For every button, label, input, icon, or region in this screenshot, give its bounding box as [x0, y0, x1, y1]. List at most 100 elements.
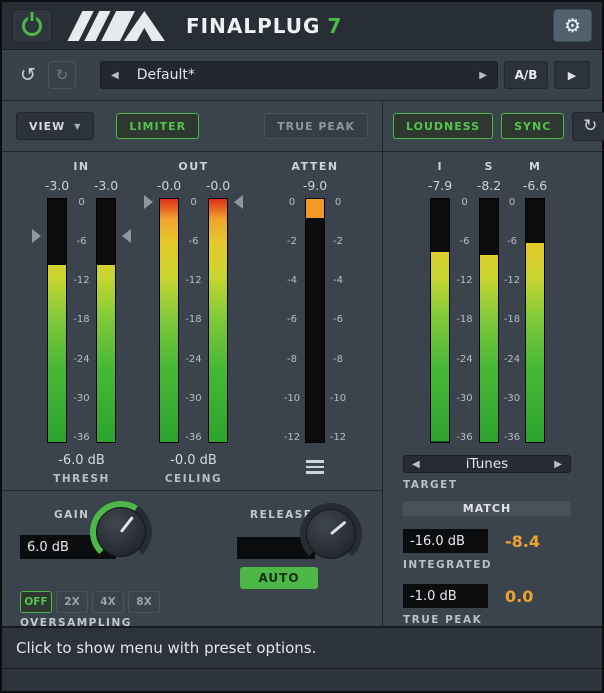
preset-prev-icon[interactable]: ◀	[111, 70, 119, 81]
truepeak-row: -1.0 dB 0.0	[403, 584, 602, 608]
atten-meter	[305, 198, 325, 443]
scale-tick: -30	[73, 394, 89, 404]
in-value-left: -3.0	[47, 178, 67, 198]
oversampling-buttons: OFF 2X 4X 8X	[20, 591, 160, 613]
ceiling-marker-right[interactable]	[234, 195, 243, 209]
ceiling-marker-left[interactable]	[144, 195, 153, 209]
out-value-right: -0.0	[208, 178, 228, 198]
settings-button[interactable]: ⚙	[553, 9, 592, 42]
in-bars: 0-6-12-18-24-30-36	[47, 198, 116, 443]
limiter-toggle[interactable]: LIMITER	[116, 113, 199, 139]
preset-advance-button[interactable]: ▶	[554, 61, 590, 89]
view-dropdown[interactable]: VIEW ▼	[16, 112, 94, 140]
status-bar: Click to show menu with preset options.	[2, 626, 602, 668]
match-button[interactable]: MATCH	[403, 501, 571, 516]
ab-compare-button[interactable]: A/B	[504, 61, 548, 89]
loudness-meters: I S M -7.9 -8.2 -6.6 0-6-12-18-24-30-36	[430, 160, 590, 443]
threshold-readout[interactable]: -6.0 dB	[58, 453, 105, 471]
scale-tick: -24	[73, 355, 89, 365]
out-meter-group: OUT -0.0 -0.0 0-6-12-18-24-30-36 -0.0 dB	[159, 160, 228, 490]
target-prev-icon[interactable]: ◀	[412, 459, 420, 470]
atten-bars: 0-2-4-6-8-10-12 0-2-4-6-8-10-12	[279, 198, 351, 443]
scale-tick: -6	[189, 237, 199, 247]
atten-scale-left: 0-2-4-6-8-10-12	[279, 198, 305, 443]
preset-next-icon[interactable]: ▶	[479, 70, 487, 81]
redo-icon: ↻	[56, 66, 69, 84]
scale-tick: -2	[287, 237, 297, 247]
in-label: IN	[73, 160, 89, 178]
in-values: -3.0 -3.0	[47, 178, 116, 198]
integrated-row: -16.0 dB -8.4	[403, 529, 602, 553]
shortterm-meter-value: -8.2	[479, 178, 499, 198]
oversampling-off-button[interactable]: OFF	[20, 591, 52, 613]
in-meter-right-fill	[97, 265, 115, 442]
truepeak-label: TRUE PEAK	[403, 614, 602, 626]
in-meter-group: IN -3.0 -3.0 0-6-12-18-24-30-36 -6.0 dB	[47, 160, 116, 490]
ceiling-label: CEILING	[165, 473, 222, 485]
gain-knob[interactable]	[90, 501, 152, 563]
momentary-meter-value: -6.6	[525, 178, 545, 198]
plugin-version: 7	[327, 14, 342, 38]
loudness-toggle[interactable]: LOUDNESS	[393, 113, 493, 139]
undo-icon: ↺	[20, 64, 36, 86]
scale-tick: -36	[185, 433, 201, 443]
view-label: VIEW	[29, 120, 65, 133]
limiter-controls: VIEW ▼ LIMITER TRUE PEAK	[2, 101, 383, 151]
loudness-reset-button[interactable]: ↻	[572, 112, 604, 141]
scale-tick: 0	[289, 198, 295, 208]
scale-tick: -18	[73, 315, 89, 325]
ceiling-readout[interactable]: -0.0 dB	[170, 453, 217, 471]
scale-tick: -6	[507, 237, 517, 247]
power-icon	[22, 16, 42, 36]
scale-tick: -6	[460, 237, 470, 247]
dynamics-section: GAIN 6.0 dB RELEASE AUTO OFF 2X	[2, 491, 382, 626]
truepeak-target-field[interactable]: -1.0 dB	[403, 584, 488, 608]
oversampling-label: OVERSAMPLING	[20, 617, 132, 629]
auto-release-toggle[interactable]: AUTO	[240, 567, 318, 589]
scale-tick: -30	[504, 394, 520, 404]
oversampling-8x-button[interactable]: 8X	[128, 591, 160, 613]
scale-tick: -24	[504, 355, 520, 365]
sync-icon: ↻	[583, 116, 597, 136]
integrated-meter-value: -7.9	[430, 178, 450, 198]
meter-menu-button[interactable]	[298, 455, 332, 479]
scale-tick: -30	[185, 394, 201, 404]
scale-tick: -12	[330, 433, 346, 443]
true-peak-toggle[interactable]: TRUE PEAK	[264, 113, 368, 139]
integrated-target-field[interactable]: -16.0 dB	[403, 529, 488, 553]
scale-tick: -8	[287, 355, 297, 365]
scale-tick: -18	[456, 315, 472, 325]
target-selector[interactable]: ◀ iTunes ▶	[403, 455, 571, 473]
header-bar: FINALPLUG7 ⚙	[2, 2, 602, 50]
threshold-marker-right[interactable]	[122, 229, 131, 243]
redo-button[interactable]: ↻	[48, 61, 76, 89]
target-label: TARGET	[403, 479, 602, 491]
integrated-readout: -8.4	[505, 532, 540, 551]
scale-tick: -2	[333, 237, 343, 247]
preset-selector[interactable]: ◀ Default* ▶	[100, 61, 498, 89]
target-next-icon[interactable]: ▶	[554, 459, 562, 470]
in-meter-left-fill	[48, 265, 66, 442]
release-knob[interactable]	[300, 503, 362, 565]
out-meter-right-fill	[209, 199, 227, 442]
atten-value-row: -9.0	[279, 178, 351, 198]
loudness-scale-right: 0-6-12-18-24-30-36	[499, 198, 525, 443]
undo-button[interactable]: ↺	[14, 61, 42, 89]
power-button[interactable]	[12, 9, 52, 43]
threshold-label: THRESH	[53, 473, 110, 485]
scale-tick: -12	[185, 276, 201, 286]
loudness-bars: 0-6-12-18-24-30-36 0-6-12-18-24-30-36	[430, 198, 590, 443]
loudness-panel: I S M -7.9 -8.2 -6.6 0-6-12-18-24-30-36	[383, 152, 602, 626]
scale-tick: -10	[284, 394, 300, 404]
threshold-marker-left[interactable]	[32, 229, 41, 243]
scale-tick: -36	[73, 433, 89, 443]
oversampling-2x-button[interactable]: 2X	[56, 591, 88, 613]
oversampling-4x-button[interactable]: 4X	[92, 591, 124, 613]
sync-toggle[interactable]: SYNC	[501, 113, 564, 139]
scale-tick: -10	[330, 394, 346, 404]
plugin-window: FINALPLUG7 ⚙ ↺ ↻ ◀ Default* ▶ A/B ▶ VIEW…	[0, 0, 604, 693]
scale-tick: 0	[461, 198, 467, 208]
momentary-meter	[525, 198, 545, 443]
preset-toolbar: ↺ ↻ ◀ Default* ▶ A/B ▶	[2, 50, 602, 101]
out-meter-right	[208, 198, 228, 443]
